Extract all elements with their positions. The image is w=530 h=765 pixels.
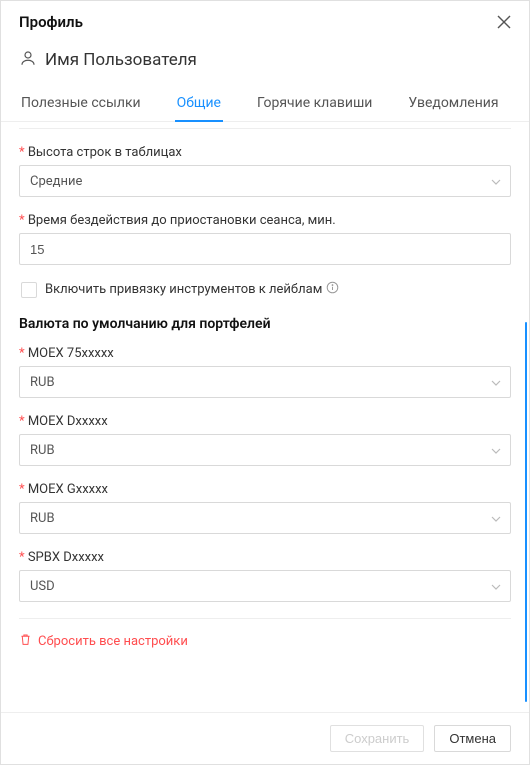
portfolio-currency-value: RUB [30, 511, 55, 526]
user-icon [19, 49, 37, 71]
tab-general[interactable]: Общие [175, 87, 223, 121]
save-button[interactable]: Сохранить [330, 725, 425, 752]
scrollbar[interactable] [525, 322, 527, 702]
portfolio-group: MOEX 75xxxxx RUB [19, 346, 511, 398]
idle-time-input[interactable] [19, 233, 511, 265]
divider [19, 618, 511, 619]
content-area: Высота строк в таблицах Средние Время бе… [1, 122, 529, 712]
tabs: Полезные ссылки Общие Горячие клавиши Ув… [1, 87, 529, 122]
portfolio-label: MOEX Gxxxxx [19, 482, 511, 497]
user-name: Имя Пользователя [45, 50, 197, 70]
portfolio-group: SPBX Dxxxxx USD [19, 550, 511, 602]
tab-notifications[interactable]: Уведомления [406, 87, 500, 121]
modal-title: Профиль [19, 13, 83, 31]
binding-checkbox[interactable] [21, 282, 37, 298]
idle-time-label: Время бездействия до приостановки сеанса… [19, 213, 511, 228]
portfolio-currency-select[interactable]: RUB [19, 366, 511, 398]
tab-hotkeys[interactable]: Горячие клавиши [255, 87, 374, 121]
row-height-label: Высота строк в таблицах [19, 145, 511, 160]
modal-header: Профиль [1, 1, 529, 39]
close-icon [497, 15, 511, 29]
portfolio-label: MOEX 75xxxxx [19, 346, 511, 361]
info-icon[interactable] [326, 281, 339, 298]
profile-modal: Профиль Имя Пользователя Полезные ссылки… [0, 0, 530, 765]
reset-all-link[interactable]: Сбросить все настройки [19, 633, 511, 650]
portfolio-currency-select[interactable]: RUB [19, 502, 511, 534]
trash-icon [19, 633, 32, 650]
portfolio-currency-value: USD [30, 579, 55, 594]
default-currency-title: Валюта по умолчанию для портфелей [19, 316, 511, 332]
user-row: Имя Пользователя [1, 39, 529, 87]
cancel-button[interactable]: Отмена [434, 725, 511, 752]
row-height-group: Высота строк в таблицах Средние [19, 145, 511, 197]
idle-time-group: Время бездействия до приостановки сеанса… [19, 213, 511, 265]
portfolio-group: MOEX Dxxxxx RUB [19, 414, 511, 466]
portfolio-label: SPBX Dxxxxx [19, 550, 511, 565]
portfolio-currency-select[interactable]: USD [19, 570, 511, 602]
portfolio-currency-value: RUB [30, 443, 55, 458]
portfolio-currency-select[interactable]: RUB [19, 434, 511, 466]
binding-checkbox-label: Включить привязку инструментов к лейблам [45, 281, 339, 298]
portfolio-group: MOEX Gxxxxx RUB [19, 482, 511, 534]
portfolio-label: MOEX Dxxxxx [19, 414, 511, 429]
row-height-value: Средние [30, 174, 82, 189]
close-button[interactable] [497, 15, 511, 29]
modal-footer: Сохранить Отмена [1, 712, 529, 764]
row-height-select[interactable]: Средние [19, 165, 511, 197]
reset-all-label: Сбросить все настройки [38, 634, 188, 649]
portfolio-currency-value: RUB [30, 375, 55, 390]
tab-useful-links[interactable]: Полезные ссылки [19, 87, 143, 121]
binding-checkbox-row: Включить привязку инструментов к лейблам [19, 281, 511, 298]
